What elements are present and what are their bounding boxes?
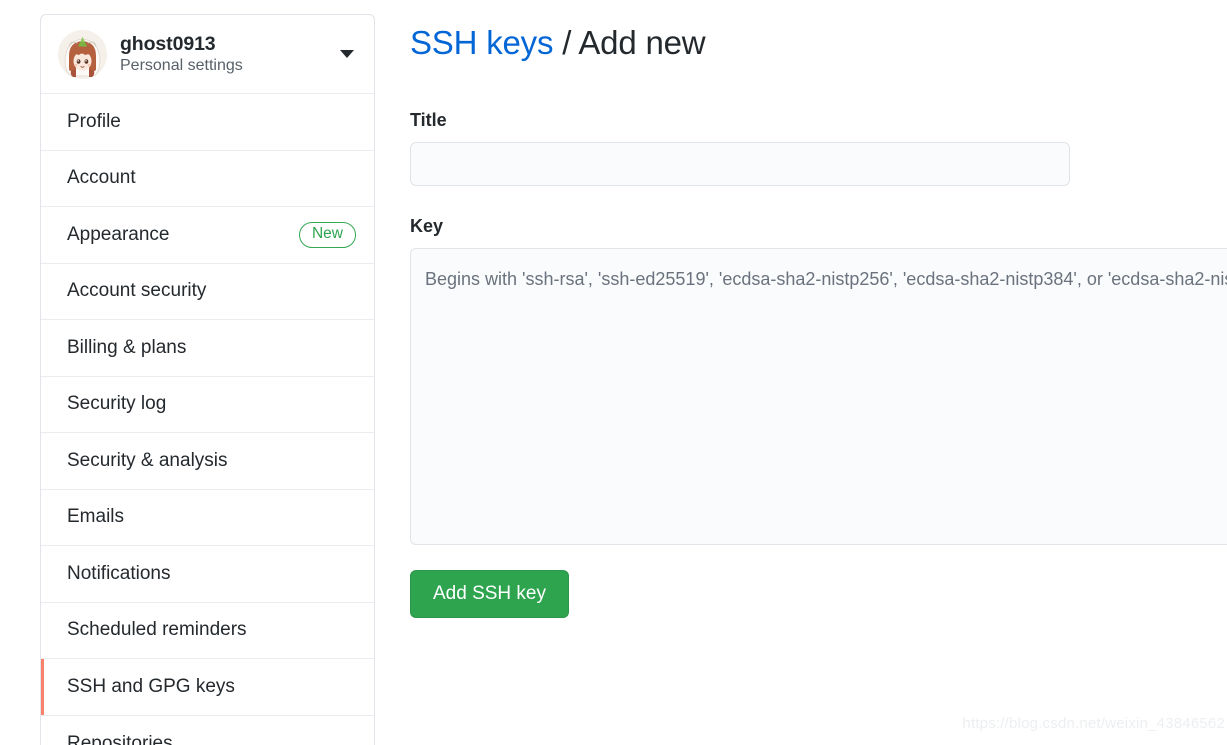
sidebar-item-label: Security log bbox=[67, 393, 167, 415]
sidebar-item-label: Security & analysis bbox=[67, 449, 228, 471]
sidebar-item-ssh-and-gpg-keys[interactable]: SSH and GPG keys bbox=[41, 659, 374, 716]
sidebar-nav-list: Profile Account Appearance New Account s… bbox=[41, 94, 374, 745]
add-ssh-key-button[interactable]: Add SSH key bbox=[410, 570, 569, 618]
avatar bbox=[58, 29, 107, 79]
title-field-label: Title bbox=[410, 110, 447, 130]
breadcrumb-separator: / bbox=[553, 24, 579, 61]
sidebar-item-label: SSH and GPG keys bbox=[67, 675, 235, 697]
sidebar-item-account[interactable]: Account bbox=[41, 150, 374, 207]
sidebar-item-notifications[interactable]: Notifications bbox=[41, 546, 374, 603]
sidebar-item-label: Profile bbox=[67, 110, 121, 132]
sidebar-item-label: Notifications bbox=[67, 562, 171, 584]
profile-text: ghost0913 Personal settings bbox=[120, 33, 340, 76]
sidebar-item-label: Account bbox=[67, 167, 136, 189]
profile-subtitle: Personal settings bbox=[120, 57, 243, 75]
main-content: SSH keys / Add new Title Key Add SSH key bbox=[410, 0, 1227, 618]
key-textarea[interactable] bbox=[410, 248, 1227, 545]
sidebar-item-label: Emails bbox=[67, 506, 125, 528]
ssh-keys-breadcrumb-link[interactable]: SSH keys bbox=[410, 24, 553, 61]
sidebar-item-label: Scheduled reminders bbox=[67, 619, 247, 641]
new-badge: New bbox=[298, 221, 356, 248]
sidebar-item-scheduled-reminders[interactable]: Scheduled reminders bbox=[41, 602, 374, 659]
sidebar-item-label: Appearance bbox=[67, 223, 170, 245]
title-input[interactable] bbox=[410, 142, 1070, 186]
sidebar-item-label: Account security bbox=[67, 280, 207, 302]
profile-username: ghost0913 bbox=[120, 32, 216, 55]
settings-sidebar: ghost0913 Personal settings Profile Acco… bbox=[40, 14, 375, 745]
sidebar-item-profile[interactable]: Profile bbox=[41, 94, 374, 151]
watermark: https://blog.csdn.net/weixin_43846562 bbox=[962, 715, 1225, 732]
page-root: ghost0913 Personal settings Profile Acco… bbox=[0, 0, 1227, 745]
sidebar-item-security-and-analysis[interactable]: Security & analysis bbox=[41, 433, 374, 490]
sidebar-item-security-log[interactable]: Security log bbox=[41, 376, 374, 433]
breadcrumb-current: Add new bbox=[578, 24, 706, 61]
key-field-label: Key bbox=[410, 216, 444, 236]
sidebar-item-appearance[interactable]: Appearance New bbox=[41, 207, 374, 264]
sidebar-item-account-security[interactable]: Account security bbox=[41, 263, 374, 320]
profile-switcher[interactable]: ghost0913 Personal settings bbox=[41, 15, 374, 94]
sidebar-item-billing-and-plans[interactable]: Billing & plans bbox=[41, 320, 374, 377]
chevron-down-icon[interactable] bbox=[340, 50, 354, 58]
sidebar-item-emails[interactable]: Emails bbox=[41, 489, 374, 546]
sidebar-item-label: Billing & plans bbox=[67, 336, 187, 358]
sidebar-item-label: Repositories bbox=[67, 732, 173, 745]
sidebar-item-repositories[interactable]: Repositories bbox=[41, 715, 374, 745]
page-title: SSH keys / Add new bbox=[410, 0, 1227, 62]
